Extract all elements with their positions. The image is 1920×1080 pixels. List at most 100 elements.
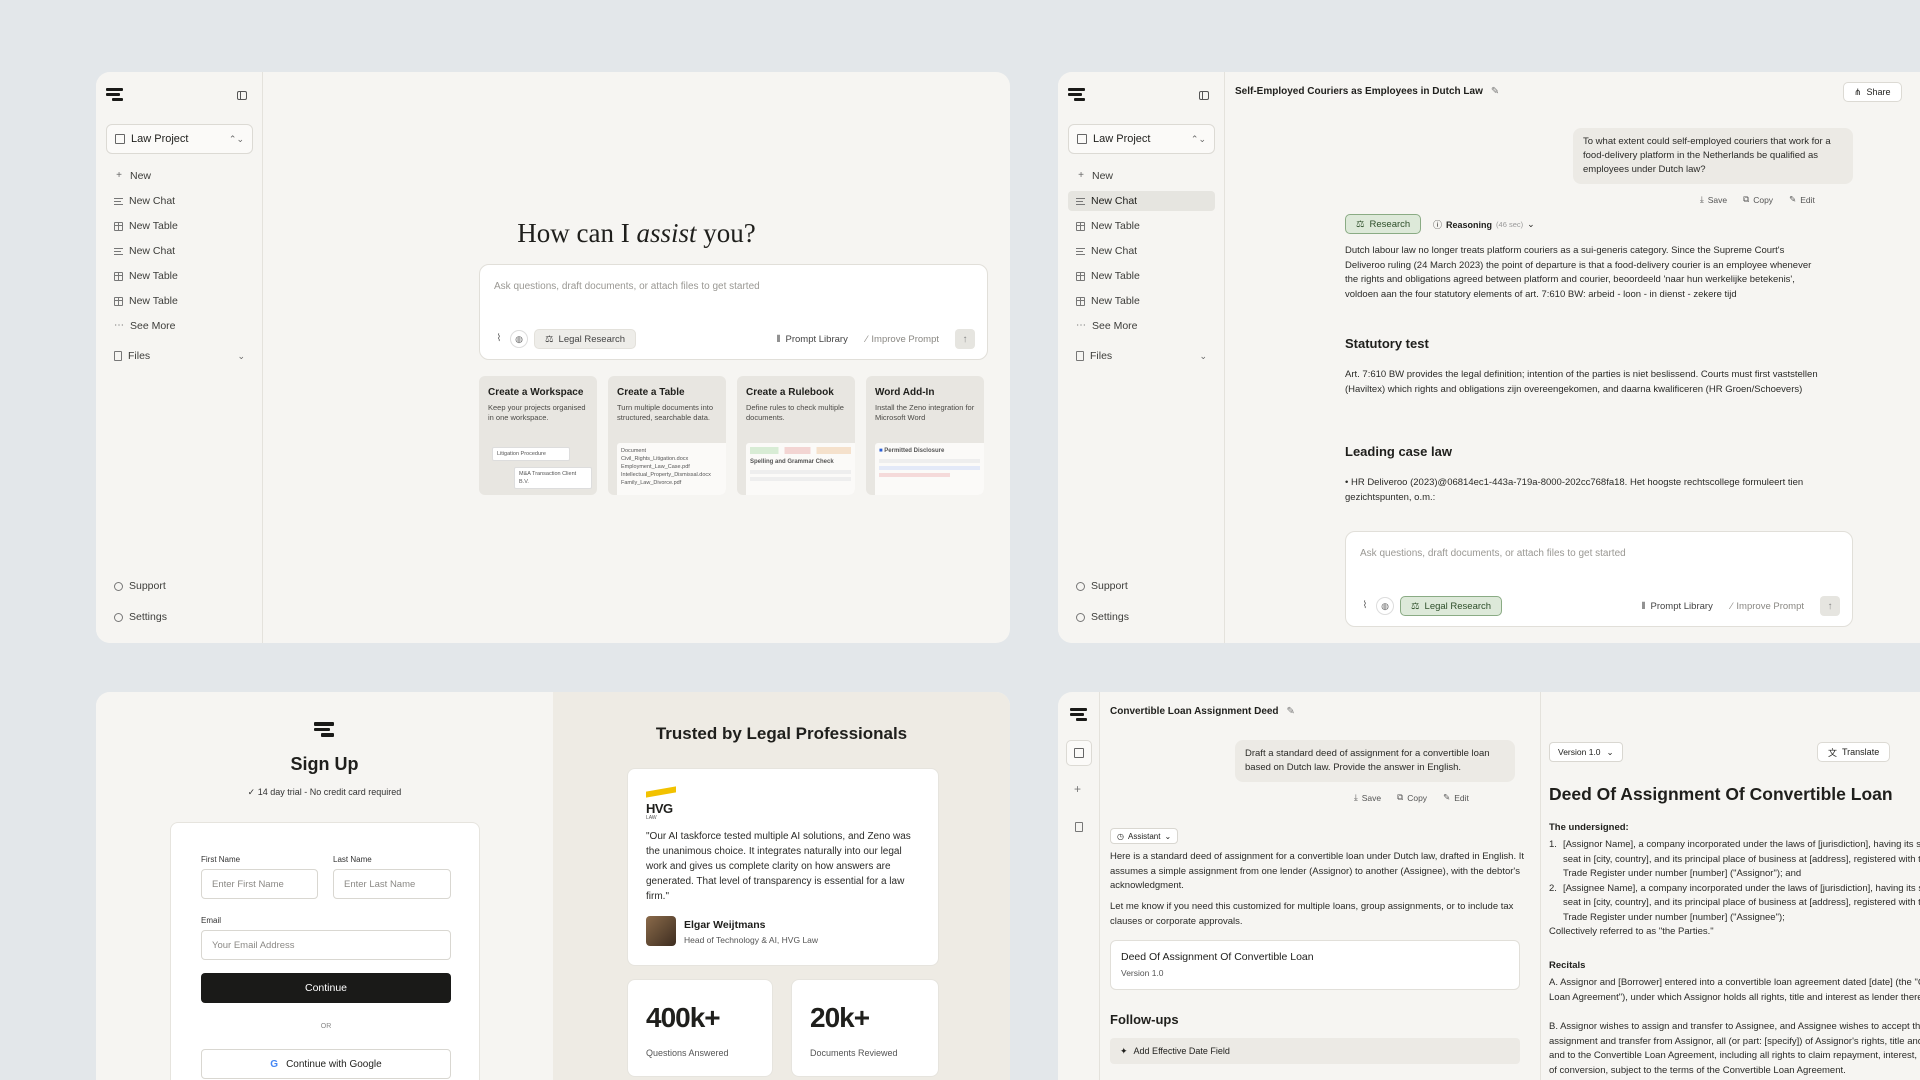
scale-icon: ⚖: [1356, 218, 1365, 230]
sidebar-item-new-table[interactable]: New Table: [106, 291, 253, 311]
signup-form-area: Sign Up ✓ 14 day trial - No credit card …: [96, 692, 553, 1080]
recital-b: B. Assignor wishes to assign and transfe…: [1549, 1021, 1920, 1076]
legal-research-button[interactable]: ⚖ Legal Research: [1400, 596, 1503, 616]
rulebook-card[interactable]: Create a Rulebook Define rules to check …: [737, 376, 855, 495]
parties-collective: Collectively referred to as "the Parties…: [1549, 926, 1714, 937]
legal-research-button[interactable]: ⚖ Legal Research: [534, 329, 637, 349]
edit-button[interactable]: ✎ Edit: [1789, 194, 1815, 205]
prompt-input[interactable]: Ask questions, draft documents, or attac…: [1360, 548, 1626, 559]
sidebar-toggle-icon[interactable]: [1199, 91, 1209, 100]
globe-icon[interactable]: ◍: [510, 330, 528, 348]
sidebar-item-support[interactable]: Support: [1068, 576, 1215, 596]
sidebar-item-new-chat[interactable]: New Chat: [1068, 241, 1215, 261]
sidebar-item-new-table[interactable]: New Table: [1068, 266, 1215, 286]
info-icon: ⓘ: [1433, 220, 1443, 230]
sidebar-toggle-icon[interactable]: [237, 91, 247, 100]
edit-button[interactable]: ✎ Edit: [1443, 792, 1469, 803]
hvg-logo: HVG: [646, 801, 673, 816]
improve-prompt-button[interactable]: ⁄ Improve Prompt: [866, 334, 939, 345]
sidebar-item-files[interactable]: Files ⌄: [106, 346, 253, 366]
globe-icon[interactable]: ◍: [1376, 597, 1394, 615]
prompt-input[interactable]: Ask questions, draft documents, or attac…: [494, 281, 760, 292]
send-arrow-icon[interactable]: ↑: [1820, 596, 1840, 616]
clock-icon: ◷: [1117, 831, 1124, 841]
sidebar-item-files[interactable]: Files ⌄: [1068, 346, 1215, 366]
user-question: Draft a standard deed of assignment for …: [1235, 740, 1515, 782]
copy-button[interactable]: ⧉ Copy: [1397, 792, 1427, 803]
deed-heading: Deed Of Assignment Of Convertible Loan: [1549, 784, 1893, 804]
avatar: [646, 916, 676, 946]
sidebar-item-new-chat[interactable]: New Chat: [106, 191, 253, 211]
paperclip-icon[interactable]: ⌇: [1360, 601, 1370, 611]
project-selector[interactable]: [1066, 740, 1092, 766]
sidebar-item-settings[interactable]: Settings: [106, 607, 253, 627]
workspace-card[interactable]: Create a Workspace Keep your projects or…: [479, 376, 597, 495]
sidebar-item-new-chat[interactable]: New Chat: [1068, 191, 1215, 211]
research-badge[interactable]: ⚖ Research: [1345, 214, 1422, 234]
version-select[interactable]: Version 1.0 ⌄: [1549, 742, 1623, 762]
sidebar-item-new-table[interactable]: New Table: [106, 216, 253, 236]
pencil-icon: ✎: [1789, 194, 1797, 204]
sidebar-item-see-more[interactable]: ⋯ See More: [106, 316, 253, 336]
pencil-icon[interactable]: ✎: [1491, 86, 1499, 97]
testimonial-quote: "Our AI taskforce tested multiple AI sol…: [646, 831, 911, 902]
followup-item[interactable]: ✦ Add Effective Date Field: [1110, 1038, 1520, 1064]
prompt-library-button[interactable]: ⫴ Prompt Library: [777, 334, 848, 345]
file-icon: [114, 351, 122, 361]
first-name-input[interactable]: Enter First Name: [201, 869, 318, 899]
plus-icon[interactable]: +: [1074, 782, 1081, 796]
save-button[interactable]: ⤓ Save: [1354, 792, 1381, 803]
answer-intro: Here is a standard deed of assignment fo…: [1110, 851, 1525, 891]
sidebar-item-new-table[interactable]: New Table: [106, 266, 253, 286]
copy-button[interactable]: ⧉ Copy: [1743, 194, 1773, 205]
translate-button[interactable]: 文 Translate: [1817, 742, 1891, 762]
project-selector[interactable]: Law Project ⌃⌄: [106, 124, 253, 154]
assistant-select[interactable]: ◷ Assistant ⌄: [1110, 828, 1179, 844]
sidebar-item-see-more[interactable]: ⋯ See More: [1068, 316, 1215, 336]
wand-icon: ⁄: [865, 333, 868, 345]
improve-prompt-button[interactable]: ⁄ Improve Prompt: [1731, 601, 1804, 612]
or-divider: OR: [320, 1023, 332, 1030]
continue-button[interactable]: Continue: [201, 973, 451, 1003]
building-icon: [1074, 748, 1084, 758]
table-preview-row: Intellectual_Property_Dismissal.docx: [621, 472, 711, 478]
prompt-box[interactable]: Ask questions, draft documents, or attac…: [479, 264, 988, 360]
sidebar-item-new-table[interactable]: New Table: [1068, 291, 1215, 311]
signup-panel: Sign Up ✓ 14 day trial - No credit card …: [96, 692, 1010, 1080]
google-signin-button[interactable]: G Continue with Google: [201, 1049, 451, 1079]
download-icon: ⤓: [1354, 792, 1358, 802]
sidebar-item-new-chat[interactable]: New Chat: [106, 241, 253, 261]
word-addin-card[interactable]: Word Add-In Install the Zeno integration…: [866, 376, 984, 495]
pencil-icon[interactable]: ✎: [1287, 706, 1295, 717]
gear-icon: [114, 612, 123, 622]
scale-icon: ⚖: [545, 333, 554, 345]
prompt-box[interactable]: Ask questions, draft documents, or attac…: [1345, 531, 1853, 627]
pencil-icon: ✎: [1443, 792, 1451, 802]
wand-icon: ⁄: [1730, 600, 1733, 612]
share-button[interactable]: ⋔ Share: [1843, 82, 1902, 102]
sidebar-item-settings[interactable]: Settings: [1068, 607, 1215, 627]
project-selector[interactable]: Law Project ⌃⌄: [1068, 124, 1215, 154]
paperclip-icon[interactable]: ⌇: [494, 334, 504, 344]
building-icon: [115, 134, 125, 144]
zeno-logo-icon[interactable]: [1068, 88, 1085, 103]
document-card[interactable]: Deed Of Assignment Of Convertible Loan V…: [1110, 940, 1520, 990]
table-card[interactable]: Create a Table Turn multiple documents i…: [608, 376, 726, 495]
email-input[interactable]: Your Email Address: [201, 930, 451, 960]
sidebar-item-support[interactable]: Support: [106, 576, 253, 596]
save-button[interactable]: ⤓ Save: [1700, 194, 1727, 205]
sidebar-item-new-table[interactable]: New Table: [1068, 216, 1215, 236]
sidebar-item-new[interactable]: + New: [106, 166, 253, 186]
last-name-input[interactable]: Enter Last Name: [333, 869, 451, 899]
table-icon: [114, 271, 123, 281]
file-icon[interactable]: [1075, 822, 1083, 832]
zeno-logo-icon[interactable]: [106, 88, 123, 103]
answer-case-law: • HR Deliveroo (2023)@06814ec1-443a-719a…: [1345, 477, 1804, 503]
workspace-preview-item: M&A Transaction Client B.V.: [514, 467, 592, 489]
reasoning-toggle[interactable]: ⓘ Reasoning (46 sec) ⌄: [1433, 218, 1535, 231]
table-icon: [1076, 296, 1085, 306]
prompt-library-button[interactable]: ⫴ Prompt Library: [1642, 601, 1713, 612]
send-arrow-icon[interactable]: ↑: [955, 329, 975, 349]
zeno-logo-icon[interactable]: [1070, 708, 1087, 723]
sidebar-item-new[interactable]: + New: [1068, 166, 1215, 186]
